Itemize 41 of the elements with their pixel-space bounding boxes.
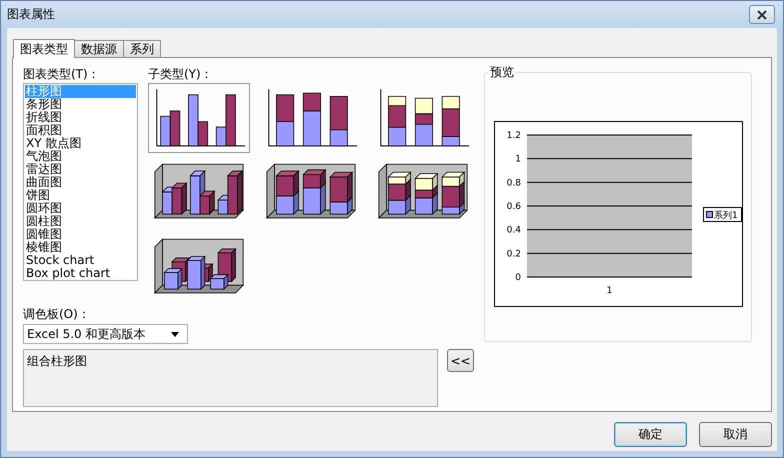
- close-button[interactable]: [749, 5, 775, 24]
- chart-type-item[interactable]: Stock chart: [25, 254, 136, 267]
- palette-label: 调色板(O)：: [23, 306, 91, 323]
- tab[interactable]: 数据源: [74, 40, 124, 57]
- axis-tick-label: 1.2: [506, 131, 520, 141]
- chart-type-item[interactable]: Box plot chart: [25, 267, 136, 280]
- caret-icon: [171, 332, 179, 336]
- collapse-button[interactable]: <<: [447, 349, 474, 372]
- description-box: 组合柱形图: [23, 349, 438, 407]
- chart-type-item[interactable]: 雷达图: [25, 163, 136, 176]
- category-label: 1: [606, 286, 612, 296]
- chart-type-item[interactable]: 折线图: [25, 111, 136, 124]
- chart-type-item[interactable]: 曲面图: [25, 176, 136, 189]
- axis-tick-label: 0.4: [506, 226, 520, 236]
- preview-label: 预览: [489, 64, 515, 81]
- axis-tick-label: 0.8: [506, 178, 520, 188]
- subtype-label: 子类型(Y)：: [148, 66, 214, 83]
- legend: 系列1: [702, 207, 742, 222]
- subtype-option[interactable]: [148, 83, 250, 153]
- chart-type-item[interactable]: 圆环图: [25, 202, 136, 215]
- dialog-button[interactable]: 取消: [699, 422, 772, 447]
- tab[interactable]: 系列: [123, 40, 161, 57]
- chart-type-item[interactable]: XY 散点图: [25, 137, 136, 150]
- axis-tick-label: 0.6: [506, 202, 520, 212]
- chart-type-item[interactable]: 圆锥图: [25, 228, 136, 241]
- window-title: 图表属性: [7, 6, 55, 23]
- chart-type-item[interactable]: 条形图: [25, 98, 136, 111]
- chart-type-item[interactable]: 面积图: [25, 124, 136, 137]
- axis-tick-label: 0: [514, 273, 520, 283]
- tab[interactable]: 图表类型: [13, 39, 75, 58]
- palette-dropdown[interactable]: Excel 5.0 和更高版本: [23, 324, 188, 344]
- dialog-button[interactable]: 确定: [614, 422, 687, 447]
- chart-type-item[interactable]: 气泡图: [25, 150, 136, 163]
- axis-tick-label: 0.2: [506, 249, 520, 260]
- chart-type-label: 图表类型(T)：: [23, 66, 101, 83]
- axis-tick-label: 1: [514, 154, 520, 165]
- chart-type-item[interactable]: 棱锥图: [25, 241, 136, 254]
- chart-type-item[interactable]: 圆柱图: [25, 215, 136, 228]
- chart-type-item[interactable]: 饼图: [25, 189, 136, 202]
- close-icon: [757, 10, 767, 20]
- legend-label: 系列1: [714, 210, 738, 221]
